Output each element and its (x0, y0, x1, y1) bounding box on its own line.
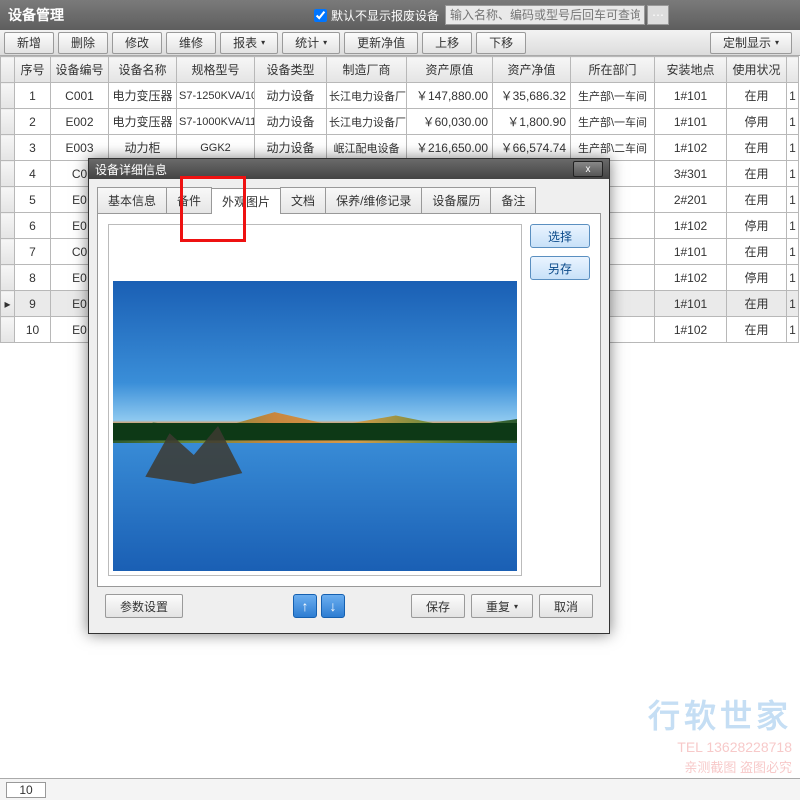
equipment-image (113, 281, 517, 571)
table-row[interactable]: 1C001电力变压器S7-1250KVA/10KV动力设备长江电力设备厂￥147… (1, 83, 799, 109)
moveup-button[interactable]: 上移 (422, 32, 472, 54)
header-row: 序号设备编号设备名称规格型号设备类型制造厂商资产原值资产净值所在部门安装地点使用… (1, 57, 799, 83)
search-button[interactable]: ⋯ (647, 5, 669, 25)
table-row[interactable]: 2E002电力变压器S7-1000KVA/11KV动力设备长江电力设备厂￥60,… (1, 109, 799, 135)
refresh-button[interactable]: 更新净值 (344, 32, 418, 54)
tab-6[interactable]: 备注 (490, 187, 536, 213)
add-button[interactable]: 新增 (4, 32, 54, 54)
search-input[interactable] (445, 5, 645, 25)
reset-button[interactable]: 重复▾ (471, 594, 533, 618)
tab-2[interactable]: 外观图片 (211, 188, 281, 214)
tab-0[interactable]: 基本信息 (97, 187, 167, 213)
close-icon[interactable]: x (573, 161, 603, 177)
saveas-image-button[interactable]: 另存 (530, 256, 590, 280)
movedown-button[interactable]: 下移 (476, 32, 526, 54)
dialog-title: 设备详细信息 (95, 161, 167, 178)
report-button[interactable]: 报表▾ (220, 32, 278, 54)
toolbar: 新增 删除 修改 维修 报表▾ 统计▾ 更新净值 上移 下移 定制显示▾ (0, 30, 800, 56)
delete-button[interactable]: 删除 (58, 32, 108, 54)
tab-4[interactable]: 保养/维修记录 (325, 187, 422, 213)
detail-dialog: 设备详细信息 x 基本信息备件外观图片文档保养/维修记录设备履历备注 选择 另存… (88, 158, 610, 634)
nav-down-icon[interactable]: ↓ (321, 594, 345, 618)
image-preview-box (108, 224, 522, 576)
hide-scrapped-input[interactable] (314, 9, 327, 22)
hide-scrapped-checkbox[interactable]: 默认不显示报废设备 (314, 7, 439, 24)
dialog-titlebar[interactable]: 设备详细信息 x (89, 159, 609, 179)
select-image-button[interactable]: 选择 (530, 224, 590, 248)
maintain-button[interactable]: 维修 (166, 32, 216, 54)
status-footer: 10 (0, 778, 800, 800)
tab-pane-image: 选择 另存 (97, 214, 601, 587)
save-button[interactable]: 保存 (411, 594, 465, 618)
dialog-tabs: 基本信息备件外观图片文档保养/维修记录设备履历备注 (97, 187, 601, 214)
custom-display-button[interactable]: 定制显示▾ (710, 32, 792, 54)
nav-up-icon[interactable]: ↑ (293, 594, 317, 618)
watermark: 行软世家 TEL 13628228718 亲测截图 盗图必究 (648, 691, 792, 776)
cancel-button[interactable]: 取消 (539, 594, 593, 618)
tab-1[interactable]: 备件 (166, 187, 212, 213)
dialog-footer: 参数设置 ↑ ↓ 保存 重复▾ 取消 (97, 587, 601, 625)
titlebar: 设备管理 默认不显示报废设备 ⋯ (0, 0, 800, 30)
tab-5[interactable]: 设备履历 (421, 187, 491, 213)
tab-3[interactable]: 文档 (280, 187, 326, 213)
param-settings-button[interactable]: 参数设置 (105, 594, 183, 618)
stats-button[interactable]: 统计▾ (282, 32, 340, 54)
table-row[interactable]: 3E003动力柜GGK2动力设备岷江配电设备￥216,650.00￥66,574… (1, 135, 799, 161)
page-indicator[interactable]: 10 (6, 782, 46, 798)
app-title: 设备管理 (8, 5, 64, 25)
edit-button[interactable]: 修改 (112, 32, 162, 54)
